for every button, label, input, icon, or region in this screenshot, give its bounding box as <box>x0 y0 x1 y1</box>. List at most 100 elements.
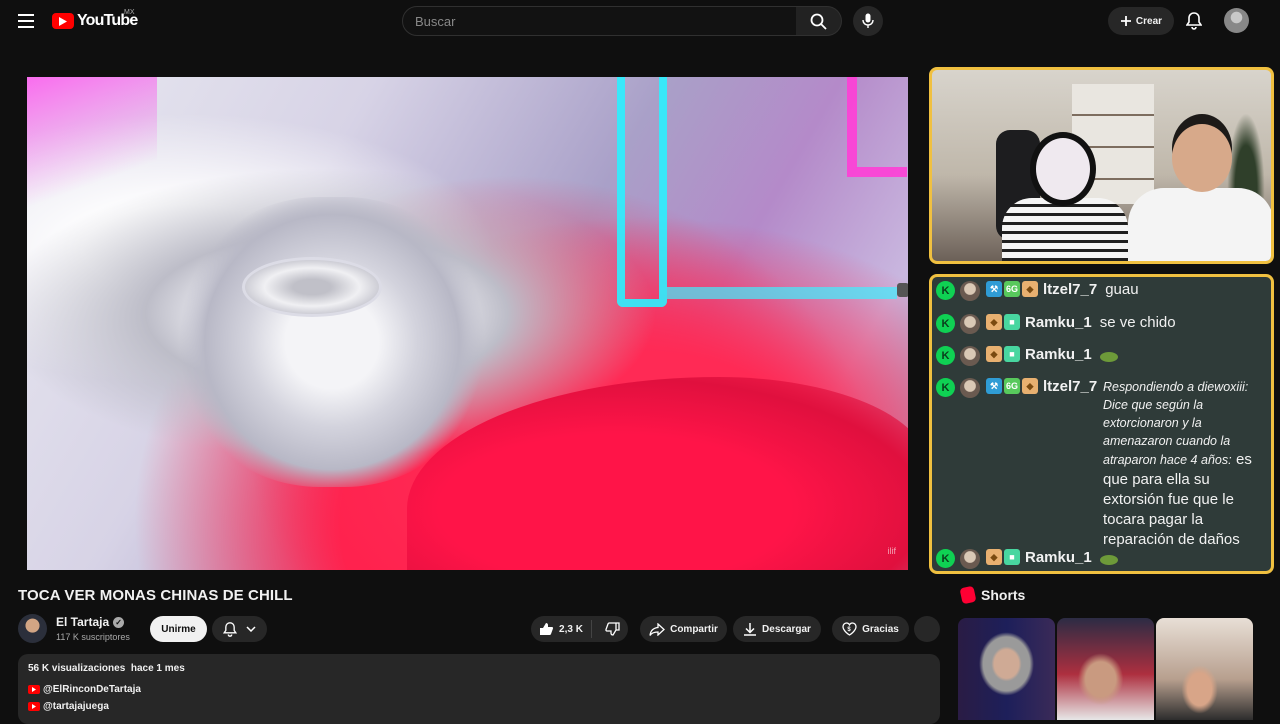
share-icon <box>649 622 666 636</box>
neon-light <box>27 77 157 217</box>
chat-username: Ramku_1 <box>1025 314 1092 331</box>
chat-username: ltzel7_7 <box>1043 378 1098 395</box>
create-label: Crear <box>1135 15 1163 27</box>
upload-age: hace 1 mes <box>130 663 185 674</box>
description-box[interactable]: 56 K visualizaciones hace 1 mes @ElRinco… <box>18 654 940 724</box>
sub-badge-icon: ◆ <box>1022 378 1038 394</box>
gift-icon: ■ <box>1004 314 1020 330</box>
menu-icon[interactable] <box>14 10 38 32</box>
video-watermark: ilif <box>887 546 897 556</box>
youtube-icon <box>28 702 40 711</box>
microphone-icon <box>862 13 874 28</box>
thanks-button[interactable]: $ Gracias <box>832 616 909 642</box>
video-player[interactable]: ilif <box>27 77 908 570</box>
like-count: 2,3 K <box>559 623 583 635</box>
like-button[interactable]: 2,3 K <box>539 620 592 638</box>
shorts-icon <box>959 585 977 605</box>
channel-link-text[interactable]: @tartajajuega <box>43 701 109 712</box>
lock-icon <box>897 283 908 297</box>
chat-text: guau <box>1105 281 1139 298</box>
avatar <box>960 549 980 569</box>
chat-text: se ve chido <box>1099 314 1176 331</box>
reply-quote: Respondiendo a diewoxiii: Dice que según… <box>1103 380 1249 467</box>
video-title: TOCA VER MONAS CHINAS DE CHILL <box>18 587 293 604</box>
thumbs-down-icon <box>605 622 620 636</box>
kick-icon: K <box>936 549 955 568</box>
channel-name[interactable]: El Tartaja <box>56 615 109 629</box>
thumbs-up-icon <box>540 623 554 635</box>
gift-icon: ■ <box>1004 549 1020 565</box>
search-button[interactable] <box>796 6 842 36</box>
hammer-icon: ⚒ <box>986 281 1002 297</box>
like-dislike-group: 2,3 K <box>531 616 628 642</box>
search-input[interactable] <box>415 13 796 29</box>
channel-avatar[interactable] <box>18 614 47 643</box>
bell-icon <box>222 621 237 637</box>
hammer-icon: ⚒ <box>986 378 1002 394</box>
shorts-title: Shorts <box>981 587 1026 603</box>
chat-badge: 6G <box>1004 378 1020 394</box>
kick-icon: K <box>936 346 955 365</box>
avatar <box>960 314 980 334</box>
short-thumbnail[interactable] <box>1057 618 1154 720</box>
dislike-button[interactable] <box>597 622 620 636</box>
emote-icon <box>1099 352 1118 362</box>
red-fabric <box>407 377 908 570</box>
sub-badge-icon: ◆ <box>1022 281 1038 297</box>
chat-username: ltzel7_7 <box>1043 281 1098 298</box>
join-button[interactable]: Unirme <box>150 616 207 642</box>
bell-icon <box>1186 12 1202 30</box>
thanks-label: Gracias <box>862 623 899 635</box>
kick-icon: K <box>936 314 955 333</box>
more-actions-button[interactable] <box>914 616 940 642</box>
create-button[interactable]: Crear <box>1108 7 1174 35</box>
channel-link-text[interactable]: @ElRinconDeTartaja <box>43 684 141 695</box>
chat-username: Ramku_1 <box>1025 549 1092 566</box>
play-logo-icon <box>52 13 74 29</box>
notifications-button[interactable] <box>1182 9 1206 33</box>
region-code: MX <box>124 9 135 16</box>
chat-message: K ◆ ■ Ramku_1 <box>936 346 1118 366</box>
kick-icon: K <box>936 378 955 397</box>
search-box[interactable] <box>402 6 797 36</box>
download-button[interactable]: Descargar <box>733 616 821 642</box>
verified-icon: ✓ <box>113 616 125 628</box>
chat-message: K ◆ ■ Ramku_1 <box>936 549 1118 569</box>
avatar <box>960 378 980 398</box>
search-icon <box>810 13 827 30</box>
emote-icon <box>1099 555 1118 565</box>
download-label: Descargar <box>762 623 811 635</box>
channel-link[interactable]: @tartajajuega <box>28 701 109 712</box>
chat-reply-block: Respondiendo a diewoxiii: Dice que según… <box>1103 378 1271 550</box>
share-button[interactable]: Compartir <box>640 616 727 642</box>
avatar <box>960 346 980 366</box>
share-label: Compartir <box>670 623 718 635</box>
kick-icon: K <box>936 281 955 300</box>
neon-light <box>617 77 667 307</box>
avatar <box>960 281 980 301</box>
gift-icon: ■ <box>1004 346 1020 362</box>
chat-message: K ⚒ 6G ◆ ltzel7_7 <box>936 378 1105 398</box>
streamer-right <box>1128 118 1271 261</box>
chat-username: Ramku_1 <box>1025 346 1092 363</box>
sub-badge-icon: ◆ <box>986 314 1002 330</box>
subscription-bell-button[interactable] <box>212 616 267 642</box>
view-and-date: 56 K visualizaciones hace 1 mes <box>28 663 185 674</box>
short-thumbnail[interactable] <box>1156 618 1253 720</box>
channel-link[interactable]: @ElRinconDeTartaja <box>28 684 141 695</box>
top-bar: YouTube MX Crear <box>0 0 1280 42</box>
sub-badge-icon: ◆ <box>986 346 1002 362</box>
channel-name-row[interactable]: El Tartaja ✓ <box>56 615 125 629</box>
svg-text:$: $ <box>848 627 852 633</box>
chat-message: K ⚒ 6G ◆ ltzel7_7 guau <box>936 281 1139 301</box>
sub-badge-icon: ◆ <box>986 549 1002 565</box>
subscriber-count: 117 K suscriptores <box>56 632 130 642</box>
webcam-overlay <box>929 67 1274 264</box>
account-avatar[interactable] <box>1224 8 1249 33</box>
short-thumbnail[interactable] <box>958 618 1055 720</box>
stream-chat-overlay: K ⚒ 6G ◆ ltzel7_7 guau K ◆ ■ Ramku_1 se … <box>929 274 1274 574</box>
streamer-left <box>1002 132 1128 261</box>
chat-message: K ◆ ■ Ramku_1 se ve chido <box>936 314 1176 334</box>
chevron-down-icon <box>246 626 256 632</box>
voice-search-button[interactable] <box>853 6 883 36</box>
